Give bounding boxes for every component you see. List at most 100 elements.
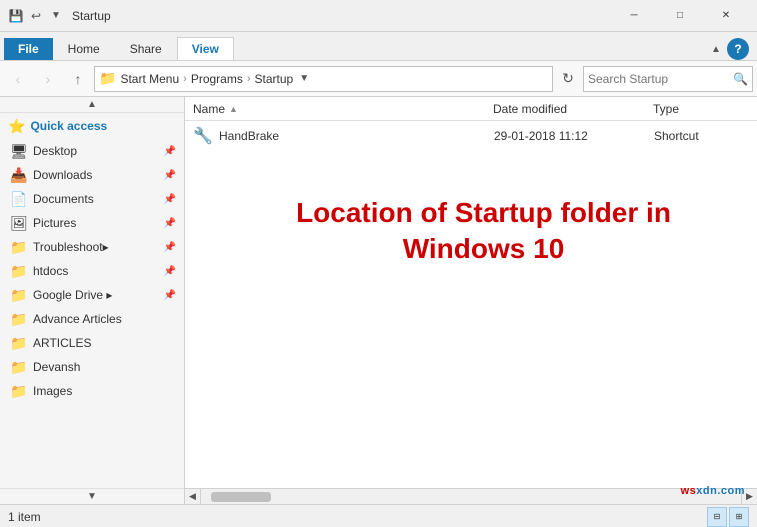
- sidebar-item-pictures[interactable]: 🖼 Pictures 📌: [0, 211, 184, 235]
- search-icon: 🔍: [733, 72, 748, 86]
- sidebar-item-devansh[interactable]: 📁 Devansh: [0, 355, 184, 379]
- up-button[interactable]: ↑: [64, 65, 92, 93]
- file-list: 🔧 HandBrake 29-01-2018 11:12 Shortcut: [185, 121, 757, 488]
- sidebar-item-advance-articles[interactable]: 📁 Advance Articles: [0, 307, 184, 331]
- pictures-icon: 🖼: [10, 214, 28, 232]
- pin-icon-htdocs: 📌: [164, 266, 176, 277]
- hscroll-left-button[interactable]: ◀: [185, 489, 201, 505]
- sidebar-item-label-troubleshoot: Troubleshoot▸: [33, 240, 109, 254]
- ribbon-tabs: File Home Share View ▲ ?: [0, 32, 757, 60]
- hscroll-right-button[interactable]: ▶: [741, 489, 757, 505]
- hscroll-track[interactable]: [201, 489, 741, 505]
- forward-button[interactable]: ›: [34, 65, 62, 93]
- pin-icon-troubleshoot: 📌: [164, 242, 176, 253]
- sidebar-item-label-documents: Documents: [33, 192, 94, 206]
- col-header-name[interactable]: Name ▲: [193, 102, 493, 116]
- sidebar-item-articles[interactable]: 📁 ARTICLES: [0, 331, 184, 355]
- title-bar-app-icons: 💾 ↩ ▼: [8, 8, 64, 24]
- sidebar-item-troubleshoot[interactable]: 📁 Troubleshoot▸ 📌: [0, 235, 184, 259]
- ribbon: File Home Share View ▲ ?: [0, 32, 757, 61]
- sidebar-item-label-images: Images: [33, 384, 72, 398]
- troubleshoot-icon: 📁: [10, 238, 28, 256]
- advance-articles-icon: 📁: [10, 310, 28, 328]
- tab-view[interactable]: View: [177, 37, 234, 60]
- tab-share[interactable]: Share: [115, 37, 177, 60]
- view-toggle: ⊟ ⊞: [707, 507, 749, 527]
- undo-icon: ↩: [28, 8, 44, 24]
- path-part-2: Programs: [191, 72, 243, 86]
- htdocs-icon: 📁: [10, 262, 28, 280]
- main-layout: ▲ ⭐ Quick access 🖥 Desktop 📌 📥 Downloads…: [0, 97, 757, 504]
- refresh-button[interactable]: ↻: [555, 66, 581, 92]
- column-header-row: Name ▲ Date modified Type: [185, 97, 757, 121]
- hscroll-thumb[interactable]: [211, 492, 271, 502]
- quick-access-label: Quick access: [30, 119, 107, 133]
- path-folder-icon: 📁: [99, 70, 116, 87]
- pin-icon-documents: 📌: [164, 194, 176, 205]
- sidebar-item-downloads[interactable]: 📥 Downloads 📌: [0, 163, 184, 187]
- address-path[interactable]: 📁 Start Menu › Programs › Startup ▼: [94, 66, 553, 92]
- down-arrow-icon: ▼: [48, 8, 64, 24]
- col-header-type[interactable]: Type: [653, 102, 749, 116]
- star-icon: ⭐: [8, 118, 25, 135]
- articles-icon: 📁: [10, 334, 28, 352]
- images-icon: 📁: [10, 382, 28, 400]
- googledrive-icon: 📁: [10, 286, 28, 304]
- close-button[interactable]: ✕: [703, 0, 749, 32]
- pin-icon-desktop: 📌: [164, 146, 176, 157]
- ribbon-collapse-button[interactable]: ▲: [705, 38, 727, 60]
- devansh-icon: 📁: [10, 358, 28, 376]
- window-controls: ─ □ ✕: [611, 0, 749, 32]
- sidebar-item-label-htdocs: htdocs: [33, 264, 68, 278]
- sidebar-scroll-down[interactable]: ▼: [0, 488, 184, 504]
- tab-home[interactable]: Home: [53, 37, 115, 60]
- sidebar: ▲ ⭐ Quick access 🖥 Desktop 📌 📥 Downloads…: [0, 97, 185, 504]
- sidebar-item-label-advance-articles: Advance Articles: [33, 312, 122, 326]
- downloads-icon: 📥: [10, 166, 28, 184]
- path-part-1: Start Menu: [120, 72, 179, 86]
- path-dropdown-icon[interactable]: ▼: [299, 73, 309, 84]
- sidebar-item-label-pictures: Pictures: [33, 216, 76, 230]
- file-icon-handbrake: 🔧: [193, 126, 213, 146]
- search-input[interactable]: [588, 72, 733, 86]
- col-header-date[interactable]: Date modified: [493, 102, 653, 116]
- table-row[interactable]: 🔧 HandBrake 29-01-2018 11:12 Shortcut: [185, 123, 757, 149]
- sort-arrow-icon: ▲: [229, 104, 238, 114]
- status-bar: 1 item ⊟ ⊞: [0, 504, 757, 527]
- window-title: Startup: [72, 9, 611, 23]
- ribbon-right: ▲ ?: [705, 38, 753, 60]
- file-name: HandBrake: [219, 129, 494, 143]
- minimize-button[interactable]: ─: [611, 0, 657, 32]
- sidebar-item-label-devansh: Devansh: [33, 360, 80, 374]
- sidebar-item-label-desktop: Desktop: [33, 144, 77, 158]
- sidebar-item-desktop[interactable]: 🖥 Desktop 📌: [0, 139, 184, 163]
- maximize-button[interactable]: □: [657, 0, 703, 32]
- sidebar-item-images[interactable]: 📁 Images: [0, 379, 184, 403]
- search-box[interactable]: 🔍: [583, 66, 753, 92]
- path-separator-1: ›: [183, 73, 187, 85]
- tiles-view-button[interactable]: ⊞: [729, 507, 749, 527]
- details-view-button[interactable]: ⊟: [707, 507, 727, 527]
- sidebar-scroll-up[interactable]: ▲: [0, 97, 184, 113]
- documents-icon: 📄: [10, 190, 28, 208]
- pin-icon-googledrive: 📌: [164, 290, 176, 301]
- sidebar-item-label-articles: ARTICLES: [33, 336, 91, 350]
- save-icon: 💾: [8, 8, 24, 24]
- sidebar-item-htdocs[interactable]: 📁 htdocs 📌: [0, 259, 184, 283]
- path-part-3: Startup: [255, 72, 294, 86]
- path-separator-2: ›: [247, 73, 251, 85]
- back-button[interactable]: ‹: [4, 65, 32, 93]
- file-date: 29-01-2018 11:12: [494, 129, 654, 143]
- tab-file[interactable]: File: [4, 38, 53, 60]
- sidebar-item-documents[interactable]: 📄 Documents 📌: [0, 187, 184, 211]
- title-bar: 💾 ↩ ▼ Startup ─ □ ✕: [0, 0, 757, 32]
- help-button[interactable]: ?: [727, 38, 749, 60]
- sidebar-item-googledrive[interactable]: 📁 Google Drive ▸ 📌: [0, 283, 184, 307]
- file-type: Shortcut: [654, 129, 749, 143]
- sidebar-item-label-downloads: Downloads: [33, 168, 92, 182]
- status-item-count: 1 item: [8, 510, 41, 524]
- horizontal-scrollbar: ◀ ▶: [185, 488, 757, 504]
- quick-access-header[interactable]: ⭐ Quick access: [0, 113, 184, 139]
- pin-icon-pictures: 📌: [164, 218, 176, 229]
- desktop-icon: 🖥: [10, 142, 28, 160]
